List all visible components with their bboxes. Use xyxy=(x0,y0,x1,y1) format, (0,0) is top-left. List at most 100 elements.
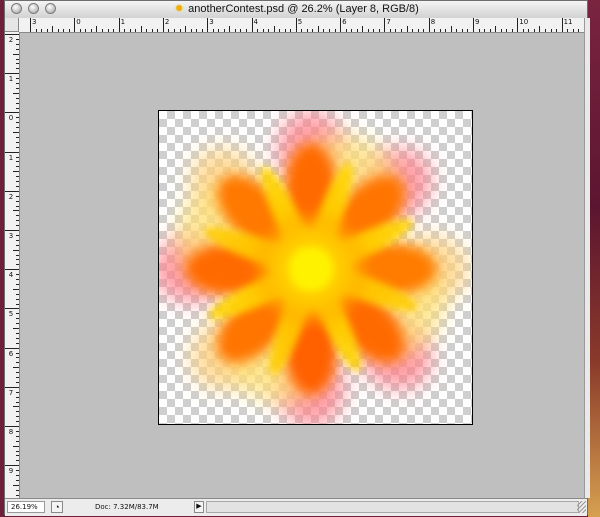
ruler-minor-tick xyxy=(434,29,436,32)
ruler-minor-tick xyxy=(567,29,569,32)
ruler-minor-tick xyxy=(522,29,524,32)
ruler-minor-tick xyxy=(16,401,19,403)
flower-center xyxy=(289,247,333,291)
title-bar[interactable]: ✹ anotherContest.psd @ 26.2% (Layer 8, RG… xyxy=(5,1,587,19)
ruler-minor-tick xyxy=(151,29,153,32)
ruler-minor-tick xyxy=(417,29,419,32)
ruler-minor-tick xyxy=(16,176,19,178)
ruler-major-tick xyxy=(5,73,19,75)
ruler-label: 9 xyxy=(475,18,480,26)
ruler-minor-tick xyxy=(173,29,175,32)
ruler-minor-tick xyxy=(16,377,19,378)
ruler-minor-tick xyxy=(16,479,19,481)
ruler-minor-tick xyxy=(16,156,19,158)
ruler-minor-tick xyxy=(290,29,292,32)
ruler-minor-tick xyxy=(16,455,19,457)
ruler-minor-tick xyxy=(16,303,19,305)
document-window: ✹ anotherContest.psd @ 26.2% (Layer 8, RG… xyxy=(4,0,590,516)
ruler-minor-tick xyxy=(506,29,508,32)
ruler-minor-tick xyxy=(401,29,402,32)
ruler-minor-tick xyxy=(273,26,275,32)
ruler-minor-tick xyxy=(478,29,480,32)
ruler-minor-tick xyxy=(212,29,214,32)
ruler-major-tick xyxy=(5,426,19,427)
ruler-minor-tick xyxy=(16,141,19,143)
ruler-minor-tick xyxy=(16,254,19,256)
status-bar: 26.19% ◔ Doc: 7.32M/83.7M ▶ xyxy=(5,498,587,516)
ruler-minor-tick xyxy=(317,26,319,32)
ruler-minor-tick xyxy=(351,29,353,32)
ruler-minor-tick xyxy=(245,29,247,32)
vertical-scrollbar[interactable] xyxy=(584,18,590,498)
ruler-minor-tick xyxy=(13,288,19,290)
ruler-minor-tick xyxy=(13,367,19,369)
ruler-minor-tick xyxy=(96,26,98,32)
ruler-minor-tick xyxy=(16,435,19,437)
ruler-label: 7 xyxy=(386,18,391,26)
ruler-minor-tick xyxy=(367,29,369,32)
ruler-major-tick xyxy=(118,18,120,32)
proof-setup-icon[interactable]: ◔ xyxy=(51,501,63,513)
ruler-minor-tick xyxy=(90,29,92,32)
ruler-minor-tick xyxy=(306,29,308,32)
ruler-minor-tick xyxy=(16,357,19,359)
zoom-field[interactable]: 26.19% xyxy=(7,501,45,513)
ruler-minor-tick xyxy=(16,283,19,285)
ruler-major-tick xyxy=(5,386,19,388)
ruler-minor-tick xyxy=(16,279,19,280)
ruler-minor-tick xyxy=(16,38,19,40)
ruler-minor-tick xyxy=(16,264,19,266)
ruler-minor-tick xyxy=(539,26,541,32)
ruler-minor-tick xyxy=(334,29,336,32)
ruler-minor-tick xyxy=(373,29,375,32)
ruler-minor-tick xyxy=(13,171,19,173)
ruler-minor-tick xyxy=(16,63,19,65)
ruler-minor-tick xyxy=(528,29,530,32)
ruler-major-tick xyxy=(5,230,19,231)
ruler-minor-tick xyxy=(16,460,19,462)
ruler-minor-tick xyxy=(16,298,19,300)
ruler-major-tick xyxy=(384,18,386,32)
ruler-minor-tick xyxy=(16,43,19,45)
ruler-minor-tick xyxy=(16,416,19,418)
ruler-origin-corner[interactable] xyxy=(5,18,19,32)
status-menu-arrow-icon[interactable]: ▶ xyxy=(194,501,204,513)
document-size-info: Doc: 7.32M/83.7M xyxy=(95,503,159,511)
vertical-ruler[interactable]: 2 1 0 1 2 3 4 5 6 7 8 9 xyxy=(5,32,20,498)
ruler-minor-tick xyxy=(16,470,19,472)
ruler-minor-tick xyxy=(13,210,19,212)
ruler-label: 2 xyxy=(8,192,14,201)
ruler-minor-tick xyxy=(484,29,486,32)
ruler-minor-tick xyxy=(556,29,558,32)
resize-grip[interactable] xyxy=(577,501,586,513)
ruler-minor-tick xyxy=(262,29,264,32)
ruler-minor-tick xyxy=(16,83,19,84)
ruler-minor-tick xyxy=(35,29,37,32)
ruler-minor-tick xyxy=(16,239,19,241)
ruler-major-tick xyxy=(517,18,519,32)
ruler-label: 1 xyxy=(8,75,14,84)
ruler-minor-tick xyxy=(16,127,19,129)
ruler-major-tick xyxy=(428,18,430,32)
ruler-minor-tick xyxy=(16,136,19,138)
document-canvas[interactable] xyxy=(158,110,473,425)
horizontal-ruler[interactable]: 3 0 1 2 3 4 5 6 7 8 9 10 11 xyxy=(19,18,584,33)
ruler-label: 3 xyxy=(32,18,37,26)
ruler-minor-tick xyxy=(356,29,358,32)
ruler-label: 2 xyxy=(8,36,14,44)
ruler-minor-tick xyxy=(279,29,281,32)
horizontal-scrollbar[interactable] xyxy=(206,501,579,513)
ruler-minor-tick xyxy=(68,29,70,32)
ruler-minor-tick xyxy=(345,29,347,32)
canvas-area[interactable] xyxy=(20,33,584,498)
ruler-minor-tick xyxy=(101,29,103,32)
ruler-minor-tick xyxy=(312,29,314,32)
ruler-label: 7 xyxy=(8,388,14,397)
ruler-minor-tick xyxy=(229,26,231,32)
ruler-minor-tick xyxy=(378,29,380,32)
ruler-minor-tick xyxy=(234,29,236,32)
ruler-minor-tick xyxy=(16,78,19,80)
ruler-minor-tick xyxy=(16,166,19,168)
ruler-minor-tick xyxy=(500,29,502,32)
ruler-minor-tick xyxy=(13,249,19,251)
